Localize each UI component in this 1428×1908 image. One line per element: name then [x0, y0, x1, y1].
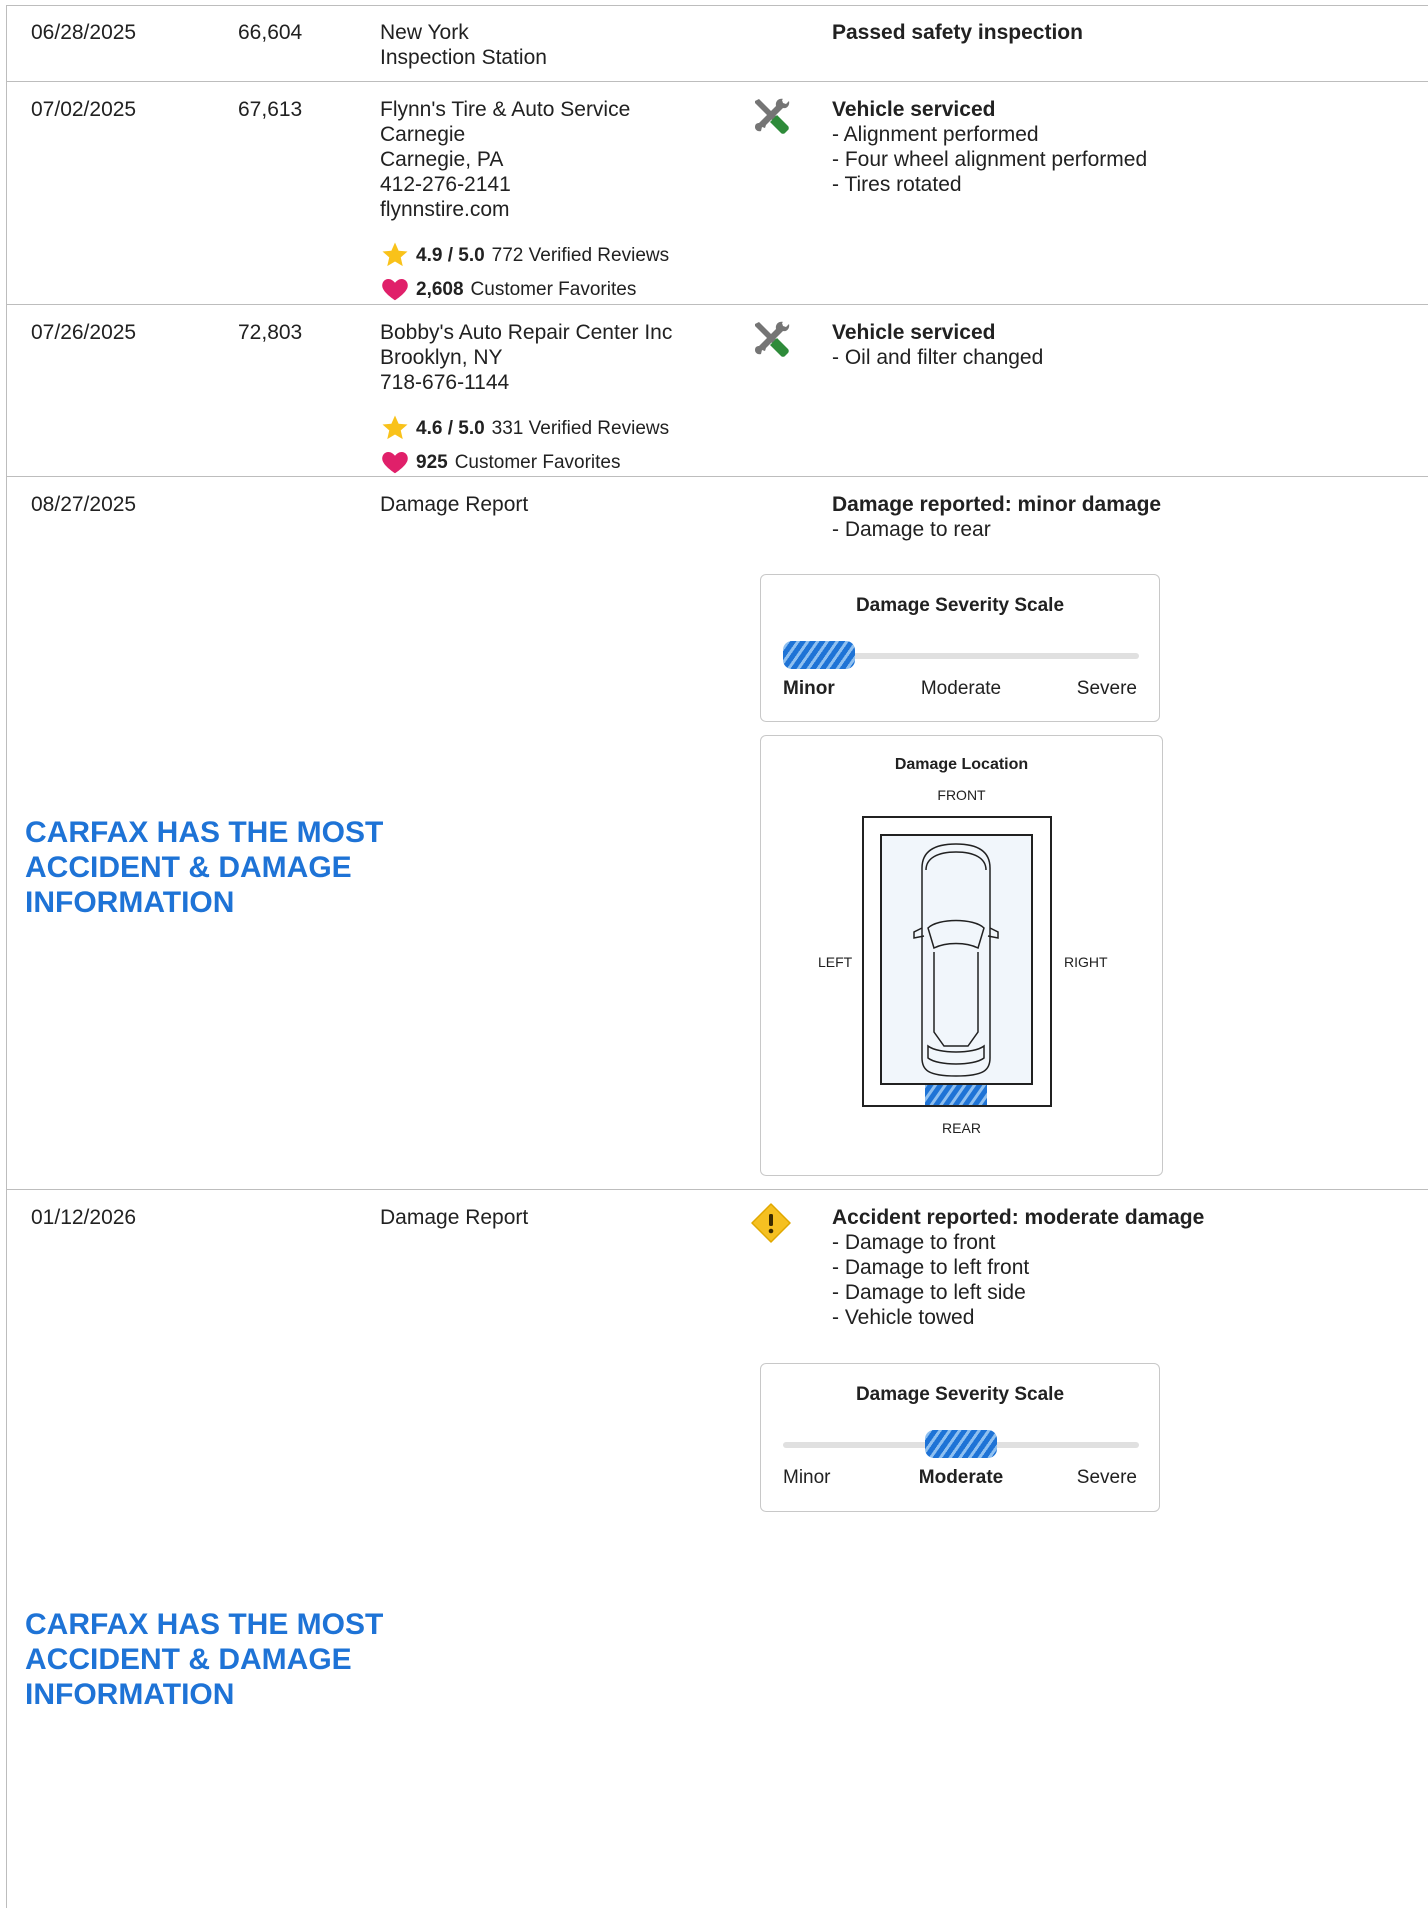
damage-area-rear	[925, 1085, 987, 1105]
detail-line: - Damage to left side	[832, 1281, 1026, 1304]
source-name: New York	[380, 21, 469, 44]
location-left-label: LEFT	[818, 954, 853, 970]
detail-title: Vehicle serviced	[832, 98, 996, 121]
source-phone[interactable]: 718-676-1144	[380, 370, 700, 395]
rating-value: 4.6 / 5.0	[416, 417, 485, 439]
source-line: Brooklyn, NY	[380, 346, 503, 369]
favorites-count: 2,608	[416, 278, 464, 300]
history-row: 07/02/2025 67,613 Flynn's Tire & Auto Se…	[6, 82, 1428, 305]
favorites-count: 925	[416, 451, 448, 473]
detail-title: Accident reported: moderate damage	[832, 1206, 1205, 1229]
detail-title: Damage reported: minor damage	[832, 493, 1162, 516]
source-name: Damage Report	[380, 1206, 529, 1229]
location-right-label: RIGHT	[1064, 954, 1108, 970]
detail-line: - Damage to left front	[832, 1256, 1030, 1279]
row-detail: Accident reported: moderate damage - Dam…	[832, 1205, 1204, 1330]
history-row: 01/12/2026 Damage Report Accident report…	[6, 1190, 1428, 1908]
star-icon	[382, 242, 408, 267]
history-row: 08/27/2025 Damage Report Damage reported…	[6, 477, 1428, 1190]
carfax-promo-link[interactable]: CARFAX HAS THE MOST ACCIDENT & DAMAGE IN…	[25, 1607, 425, 1712]
source-phone[interactable]: 412-276-2141	[380, 172, 700, 197]
row-odometer: 66,604	[238, 21, 303, 44]
heart-icon	[382, 279, 408, 301]
reviews-count[interactable]: 331 Verified Reviews	[492, 416, 669, 441]
severity-title: Damage Severity Scale	[855, 595, 1065, 616]
row-detail: Passed safety inspection	[832, 20, 1083, 45]
detail-line: - Oil and filter changed	[832, 346, 1044, 369]
row-detail: Damage reported: minor damage - Damage t…	[832, 492, 1161, 542]
detail-line: - Tires rotated	[832, 173, 962, 196]
detail-line: - Vehicle towed	[832, 1306, 975, 1329]
row-source: Bobby's Auto Repair Center Inc Brooklyn,…	[380, 320, 700, 474]
favorites-label: Customer Favorites	[454, 451, 621, 473]
location-title: Damage Location	[894, 756, 1029, 773]
row-date: 01/12/2026	[31, 1206, 137, 1229]
rating-value: 4.9 / 5.0	[416, 244, 485, 266]
warning-icon	[751, 1203, 791, 1243]
row-source: Damage Report	[380, 492, 528, 517]
row-source: New York Inspection Station	[380, 20, 547, 70]
severity-label-severe: Severe	[1076, 678, 1137, 699]
car-top-view	[862, 816, 1052, 1107]
detail-title: Vehicle serviced	[832, 321, 996, 344]
row-date: 08/27/2025	[31, 493, 137, 516]
severity-label-severe: Severe	[1076, 1467, 1137, 1488]
detail-title: Passed safety inspection	[832, 21, 1083, 44]
detail-line: - Four wheel alignment performed	[832, 148, 1148, 171]
damage-severity-scale: Damage Severity Scale Minor Moderate Sev…	[760, 1363, 1160, 1512]
row-odometer: 67,613	[238, 98, 303, 121]
row-date: 07/26/2025	[31, 321, 137, 344]
severity-indicator	[925, 1430, 997, 1458]
detail-line: - Damage to front	[832, 1231, 996, 1254]
history-row: 06/28/2025 66,604 New York Inspection St…	[6, 5, 1428, 82]
favorites-line: 925 Customer Favorites	[380, 445, 620, 479]
favorites-line: 2,608 Customer Favorites	[380, 272, 636, 306]
location-rear-label: REAR	[942, 1120, 981, 1136]
star-icon	[382, 415, 408, 440]
row-source: Damage Report	[380, 1205, 528, 1230]
wrench-screwdriver-icon	[755, 98, 790, 134]
source-line: Inspection Station	[380, 46, 547, 69]
row-date: 07/02/2025	[31, 98, 137, 121]
source-name: Damage Report	[380, 493, 529, 516]
row-detail: Vehicle serviced - Oil and filter change…	[832, 320, 1043, 370]
severity-indicator	[783, 641, 855, 669]
location-front-label: FRONT	[937, 787, 986, 803]
row-odometer: 72,803	[238, 321, 303, 344]
damage-location-diagram: Damage Location FRONT LEFT RIGHT REAR	[760, 735, 1163, 1176]
history-row: 07/26/2025 72,803 Bobby's Auto Repair Ce…	[6, 305, 1428, 477]
favorites-label: Customer Favorites	[470, 278, 637, 300]
source-line: Carnegie, PA	[380, 148, 504, 171]
source-line: Carnegie	[380, 123, 466, 146]
row-source: Flynn's Tire & Auto Service Carnegie Car…	[380, 97, 700, 301]
reviews-count[interactable]: 772 Verified Reviews	[492, 243, 669, 268]
source-name[interactable]: Flynn's Tire & Auto Service	[380, 97, 700, 122]
heart-icon	[382, 452, 408, 474]
source-website[interactable]: flynnstire.com	[380, 197, 700, 222]
wrench-screwdriver-icon	[755, 321, 790, 357]
carfax-promo-link[interactable]: CARFAX HAS THE MOST ACCIDENT & DAMAGE IN…	[25, 815, 425, 920]
detail-line: - Alignment performed	[832, 123, 1039, 146]
detail-line: - Damage to rear	[832, 518, 991, 541]
source-name[interactable]: Bobby's Auto Repair Center Inc	[380, 320, 700, 345]
severity-title: Damage Severity Scale	[855, 1384, 1065, 1405]
damage-severity-scale: Damage Severity Scale Minor Moderate Sev…	[760, 574, 1160, 722]
rating-line: 4.6 / 5.0 331 Verified Reviews	[380, 411, 669, 445]
row-date: 06/28/2025	[31, 21, 137, 44]
rating-line: 4.9 / 5.0 772 Verified Reviews	[380, 238, 669, 272]
row-detail: Vehicle serviced - Alignment performed -…	[832, 97, 1147, 197]
